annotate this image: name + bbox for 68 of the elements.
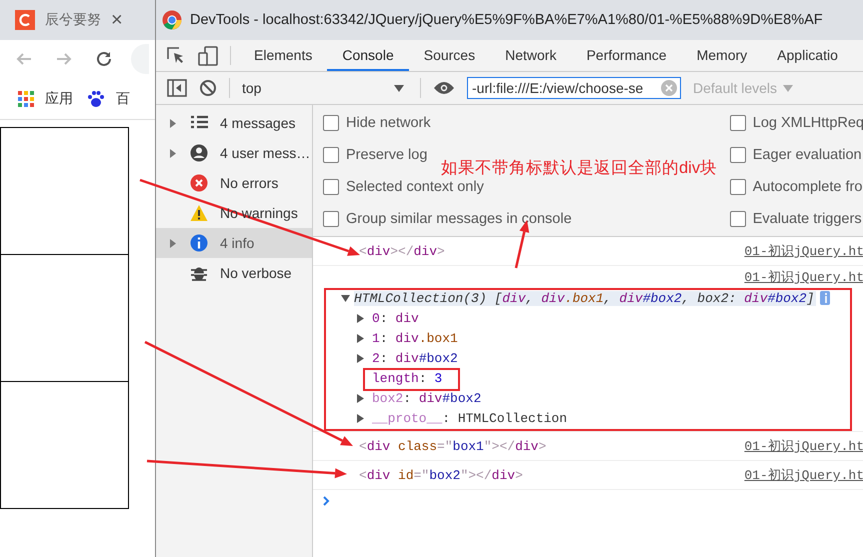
info-icon xyxy=(190,234,208,252)
expand-arrow-icon[interactable] xyxy=(170,148,176,158)
sidebar-item[interactable]: No errors xyxy=(156,168,312,198)
inspect-icon[interactable] xyxy=(166,46,186,66)
panel-tab[interactable]: Network xyxy=(490,40,572,71)
user-icon xyxy=(190,144,208,162)
source-link[interactable]: 01-初识jQuery.ht xyxy=(744,242,863,260)
clear-icon[interactable] xyxy=(199,79,217,97)
setting-checkbox[interactable]: Hide network xyxy=(323,107,431,139)
panel-tab[interactable]: Performance xyxy=(571,40,682,71)
annotation-text: 如果不带角标默认是返回全部的div块 xyxy=(441,158,718,179)
panel-tab[interactable]: Elements xyxy=(239,40,328,71)
panel-tab[interactable]: Applicatio xyxy=(762,40,853,71)
object-property: 1: div.box1 xyxy=(372,330,458,346)
expand-arrow-icon[interactable] xyxy=(357,334,364,342)
caret-icon xyxy=(394,84,404,92)
error-icon xyxy=(190,174,208,192)
source-link[interactable]: 01-初识jQuery.ht xyxy=(744,437,863,455)
bookmark[interactable]: 应用 xyxy=(18,90,73,108)
chrome-logo-icon xyxy=(162,10,182,30)
apps-grid-icon xyxy=(18,90,34,106)
sidebar-item[interactable]: 4 user mess… xyxy=(156,138,312,168)
expand-arrow-icon[interactable] xyxy=(170,118,176,128)
sidebar-toggle-icon[interactable] xyxy=(167,79,187,97)
setting-checkbox[interactable]: Log XMLHttpReq xyxy=(730,107,863,139)
caret-icon xyxy=(783,84,794,92)
reload-icon[interactable] xyxy=(95,50,113,68)
panel-tab[interactable]: Memory xyxy=(682,40,762,71)
object-property: 0: div xyxy=(372,310,419,326)
sidebar-item[interactable]: 4 info xyxy=(156,228,312,258)
expand-arrow-icon[interactable] xyxy=(357,354,364,362)
object-property: box2: div#box2 xyxy=(372,390,482,406)
filter-field[interactable]: -url:file:///E:/view/choose-se xyxy=(467,77,681,99)
source-link[interactable]: 01-初识jQuery.ht xyxy=(744,268,863,286)
setting-checkbox[interactable]: Preserve log xyxy=(323,139,428,171)
bookmark[interactable]: 百 xyxy=(87,90,130,108)
window-title: DevTools - localhost:63342/JQuery/jQuery%E5%9F%BA%E7%A1%80/01-%E5%88%9D%E8%AF xyxy=(190,12,823,28)
expand-arrow-icon[interactable] xyxy=(170,238,176,248)
site-logo-icon xyxy=(15,10,35,30)
object-summary: HTMLCollection(3) [div, div.box1, div#box2, box2: div#box2] xyxy=(354,290,816,306)
setting-checkbox[interactable]: Eager evaluation xyxy=(730,139,862,171)
sidebar-item[interactable]: No verbose xyxy=(156,258,312,288)
eye-icon[interactable] xyxy=(433,81,455,95)
setting-checkbox[interactable]: Autocomplete fro xyxy=(730,171,862,203)
expand-arrow-icon[interactable] xyxy=(357,414,364,422)
collapse-arrow-icon[interactable] xyxy=(341,294,350,302)
expand-arrow-icon[interactable] xyxy=(357,314,364,322)
setting-checkbox[interactable]: Evaluate triggers xyxy=(730,203,862,235)
tab-title: 辰兮要努 xyxy=(45,11,101,29)
source-link[interactable]: 01-初识jQuery.ht xyxy=(744,466,863,484)
console-output: <div></div> xyxy=(359,244,445,258)
console-output: <div class="box1"></div> xyxy=(359,438,546,454)
clear-field-icon[interactable] xyxy=(661,80,677,96)
tab-close-button[interactable]: × xyxy=(111,8,123,32)
warning-icon xyxy=(190,204,208,222)
prompt-chevron-icon[interactable] xyxy=(323,496,330,506)
object-property: 2: div#box2 xyxy=(372,350,458,366)
paw-icon xyxy=(87,90,105,108)
expand-arrow-icon[interactable] xyxy=(357,394,364,402)
device-toolbar-icon[interactable] xyxy=(198,46,218,66)
console-output: <div id="box2"></div> xyxy=(359,468,523,482)
panel-tab[interactable]: Sources xyxy=(408,40,490,71)
context-selector[interactable]: top xyxy=(242,80,408,96)
sidebar-item[interactable]: 4 messages xyxy=(156,108,312,138)
info-badge-icon xyxy=(820,291,830,305)
object-property: __proto__: HTMLCollection xyxy=(372,410,568,426)
object-property: length: 3 xyxy=(372,370,442,386)
setting-checkbox[interactable]: Group similar messages in console xyxy=(323,203,572,235)
